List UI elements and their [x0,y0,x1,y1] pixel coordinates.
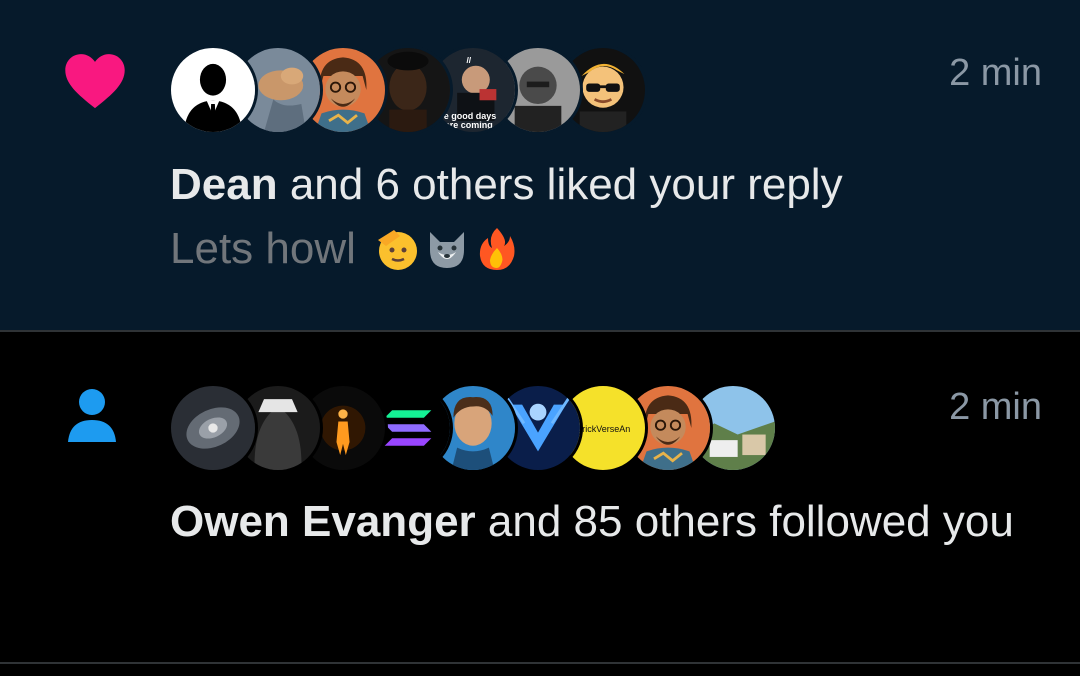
action-text: and 85 others followed you [475,497,1014,546]
timestamp: 2 min [949,386,1042,428]
galaxy-avatar[interactable] [168,383,258,473]
fire-icon [474,226,520,272]
reply-preview[interactable]: Lets howl [170,224,520,274]
timestamp: 2 min [949,52,1042,94]
silhouette-avatar[interactable] [168,45,258,135]
actor-name[interactable]: Dean [170,160,278,209]
actor-name[interactable]: Owen Evanger [170,497,476,546]
notification-text: Owen Evanger and 85 others followed you [170,489,1050,555]
notification-follow[interactable]: CrickVerseAn 2 min Owen Evanger and 85 o… [0,334,1080,664]
action-text: and 6 others liked your reply [277,160,843,209]
avatar-quote-text: e good days are coming. [443,111,497,130]
notification-text: Dean and 6 others liked your reply [170,152,1050,218]
wolf-face-icon [424,226,470,272]
person-icon [64,386,120,444]
svg-text://: // [466,55,471,65]
heart-icon [64,52,126,110]
saluting-face-icon [374,226,420,272]
reply-preview-text: Lets howl [170,224,356,273]
notification-like[interactable]: // e good days are coming. 2 min Dean an… [0,0,1080,332]
